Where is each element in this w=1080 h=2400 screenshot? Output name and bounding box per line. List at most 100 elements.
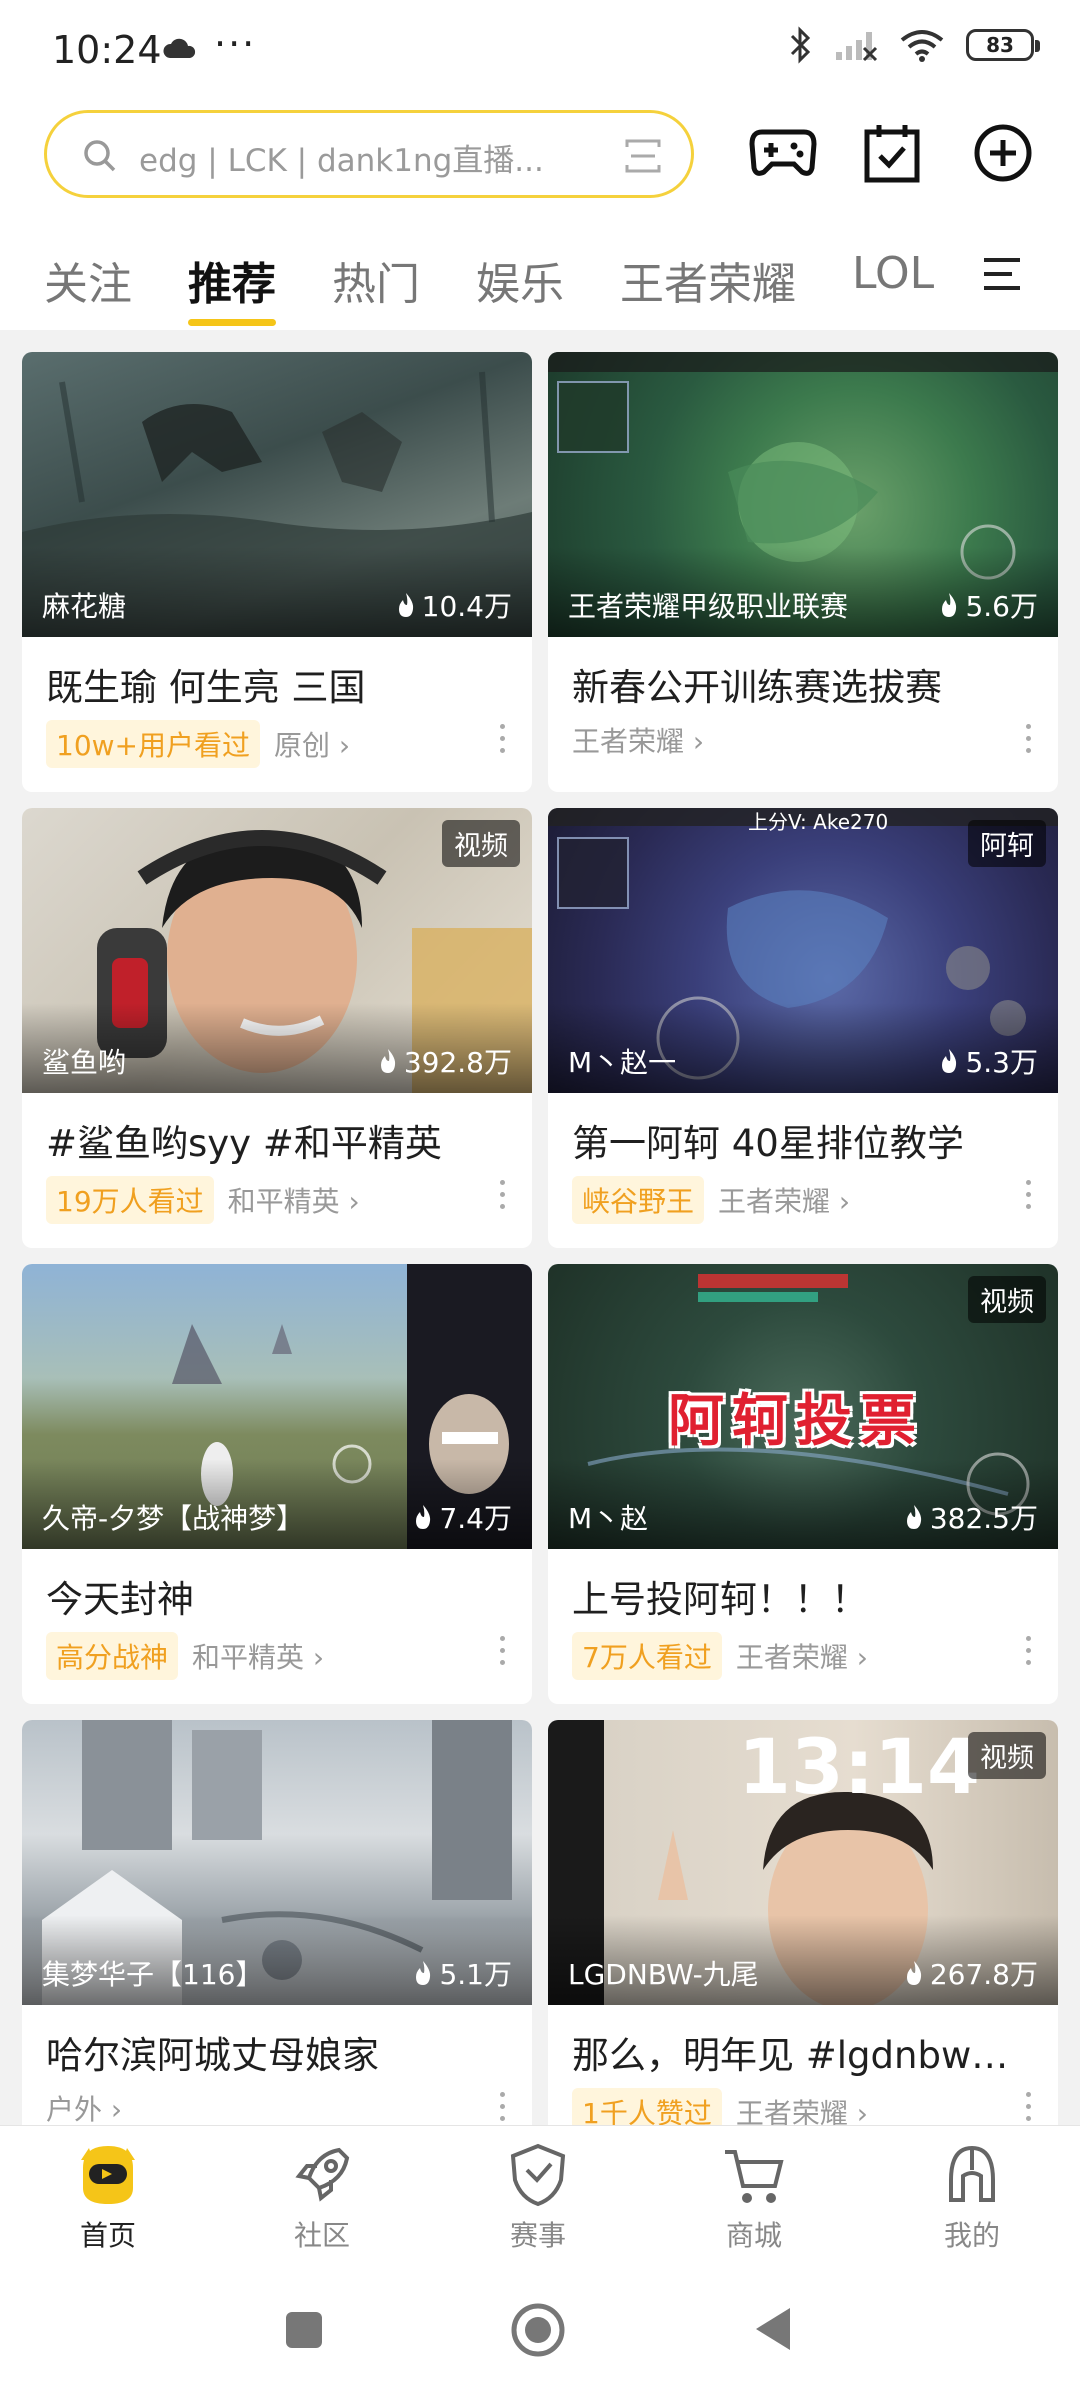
video-tag: 视频: [968, 1276, 1046, 1323]
stream-card[interactable]: 13:14 视频 LGDNBW-九尾 267.8万 那么，明年见 #lgdnbw…: [548, 1720, 1058, 2125]
heat-value: 7.4万: [439, 1502, 512, 1535]
tab-follow[interactable]: 关注: [44, 248, 132, 312]
overlay-clock: 13:14: [738, 1722, 980, 1811]
streamer-name: 麻花糖: [42, 590, 127, 623]
card-meta: 1千人赞过 王者荣耀 ›: [572, 2088, 868, 2125]
status-bar: 10:24 ··· 83: [0, 0, 1080, 100]
more-options-icon[interactable]: [1026, 2092, 1032, 2122]
more-options-icon[interactable]: [500, 724, 506, 754]
helmet-icon: [949, 2145, 995, 2202]
nav-home-label: 首页: [79, 2219, 136, 2252]
cart-icon: [725, 2150, 784, 2203]
stream-thumbnail: 阿轲投票 视频 M丶赵 382.5万: [548, 1264, 1058, 1549]
streamer-name: 王者荣耀甲级职业联赛: [568, 590, 849, 623]
card-title: 既生瑜 何生亮 三国: [46, 666, 366, 709]
rocket-icon: [295, 2147, 350, 2202]
stream-card[interactable]: 上分V: Ake270 阿轲 M丶赵一 5.3万 第一阿轲 40星排位教学 峡谷…: [548, 808, 1058, 1248]
menu-icon[interactable]: [980, 252, 1024, 296]
category-link[interactable]: 和平精英 ›: [228, 1180, 360, 1220]
stream-card[interactable]: 阿轲投票 视频 M丶赵 382.5万 上号投阿轲！！！ 7万人看过 王者荣耀 ›: [548, 1264, 1058, 1704]
card-title: 哈尔滨阿城丈母娘家: [46, 2034, 379, 2077]
category-link[interactable]: 王者荣耀 ›: [736, 2092, 868, 2125]
nav-home[interactable]: 首页: [38, 2140, 178, 2254]
trophy-shield-icon: [510, 2143, 566, 2207]
category-link[interactable]: 户外 ›: [46, 2088, 122, 2125]
flame-icon: [942, 593, 957, 617]
heat-value: 10.4万: [421, 590, 512, 623]
stream-card[interactable]: 王者荣耀甲级职业联赛 5.6万 新春公开训练赛选拔赛 王者荣耀 ›: [548, 352, 1058, 792]
stream-thumbnail: 集梦华子【116】 5.1万: [22, 1720, 532, 2005]
category-link[interactable]: 王者荣耀 ›: [736, 1636, 868, 1676]
stream-thumbnail: 麻花糖 10.4万: [22, 352, 532, 637]
back-button[interactable]: [752, 2306, 792, 2352]
stream-thumbnail: 13:14 视频 LGDNBW-九尾 267.8万: [548, 1720, 1058, 2005]
category-link[interactable]: 和平精英 ›: [192, 1636, 324, 1676]
card-meta: 王者荣耀 ›: [572, 720, 704, 760]
flame-icon: [416, 1961, 431, 1985]
add-circle-icon[interactable]: [972, 122, 1034, 184]
flame-icon: [398, 593, 413, 617]
flame-icon: [380, 1049, 395, 1073]
category-link[interactable]: 王者荣耀 ›: [572, 720, 704, 760]
search-icon: [84, 140, 116, 172]
search-placeholder: edg | LCK | dank1ng直播...: [139, 143, 544, 179]
stream-thumbnail: 视频 鲨鱼哟 392.8万: [22, 808, 532, 1093]
more-options-icon[interactable]: [500, 1180, 506, 1210]
nav-community[interactable]: 社区: [252, 2140, 392, 2254]
gamepad-icon[interactable]: [748, 122, 818, 182]
more-options-icon[interactable]: [500, 1636, 506, 1666]
heat-count: 267.8万: [904, 1953, 1038, 1993]
video-tag: 视频: [968, 1732, 1046, 1779]
viewer-badge: 7万人看过: [572, 1632, 722, 1680]
tab-honor-of-kings[interactable]: 王者荣耀: [620, 248, 796, 312]
card-meta: 19万人看过 和平精英 ›: [46, 1176, 360, 1224]
heat-value: 267.8万: [929, 1958, 1038, 1991]
heat-value: 5.1万: [439, 1958, 512, 1991]
scan-icon[interactable]: [625, 139, 661, 173]
tab-hot[interactable]: 热门: [332, 248, 420, 312]
heat-count: 10.4万: [396, 585, 512, 625]
nav-community-label: 社区: [293, 2219, 350, 2252]
stream-card[interactable]: 麻花糖 10.4万 既生瑜 何生亮 三国 10w+用户看过 原创 ›: [22, 352, 532, 792]
streamer-name: 鲨鱼哟: [42, 1046, 127, 1079]
battery-indicator: 83: [966, 29, 1040, 61]
streamer-name: 集梦华子【116】: [42, 1958, 264, 1991]
stream-card[interactable]: 久帝-夕梦【战神梦】 7.4万 今天封神 高分战神 和平精英 ›: [22, 1264, 532, 1704]
card-title: 新春公开训练赛选拔赛: [572, 666, 942, 709]
category-link[interactable]: 王者荣耀 ›: [718, 1180, 850, 1220]
nav-profile[interactable]: 我的: [902, 2140, 1042, 2254]
viewer-badge: 峡谷野王: [572, 1176, 705, 1224]
stream-card[interactable]: 集梦华子【116】 5.1万 哈尔滨阿城丈母娘家 户外 ›: [22, 1720, 532, 2125]
bluetooth-icon: [790, 26, 811, 64]
bottom-navigation: 首页 社区 赛事 商城 我的: [0, 2125, 1080, 2270]
overlay-text: 上分V: Ake270: [748, 810, 889, 834]
nav-profile-label: 我的: [943, 2219, 1000, 2252]
tab-entertainment[interactable]: 娱乐: [476, 248, 564, 312]
tab-recommend[interactable]: 推荐: [188, 248, 276, 326]
nav-shop-label: 商城: [725, 2219, 782, 2252]
more-options-icon[interactable]: [1026, 724, 1032, 754]
card-title: 第一阿轲 40星排位教学: [572, 1122, 964, 1165]
viewer-badge: 10w+用户看过: [46, 720, 260, 768]
calendar-check-icon[interactable]: [862, 122, 922, 184]
category-link[interactable]: 原创 ›: [274, 724, 350, 764]
heat-value: 5.6万: [965, 590, 1038, 623]
stream-card[interactable]: 视频 鲨鱼哟 392.8万 #鲨鱼哟syy #和平精英 19万人看过 和平精英 …: [22, 808, 532, 1248]
flame-icon: [906, 1505, 921, 1529]
more-options-icon[interactable]: [1026, 1180, 1032, 1210]
flame-icon: [416, 1505, 431, 1529]
recents-button[interactable]: [284, 2310, 324, 2350]
status-time: 10:24: [52, 28, 162, 72]
streamer-name: M丶赵一: [568, 1046, 677, 1079]
more-options-icon[interactable]: [1026, 1636, 1032, 1666]
heat-value: 382.5万: [929, 1502, 1038, 1535]
heat-value: 5.3万: [965, 1046, 1038, 1079]
card-meta: 高分战神 和平精英 ›: [46, 1632, 324, 1680]
home-button[interactable]: [510, 2302, 566, 2358]
more-options-icon[interactable]: [500, 2092, 506, 2122]
nav-shop[interactable]: 商城: [684, 2140, 824, 2254]
nav-events[interactable]: 赛事: [468, 2140, 608, 2254]
search-input[interactable]: edg | LCK | dank1ng直播...: [44, 110, 694, 198]
stream-thumbnail: 王者荣耀甲级职业联赛 5.6万: [548, 352, 1058, 637]
tab-lol[interactable]: LOL: [852, 248, 934, 299]
